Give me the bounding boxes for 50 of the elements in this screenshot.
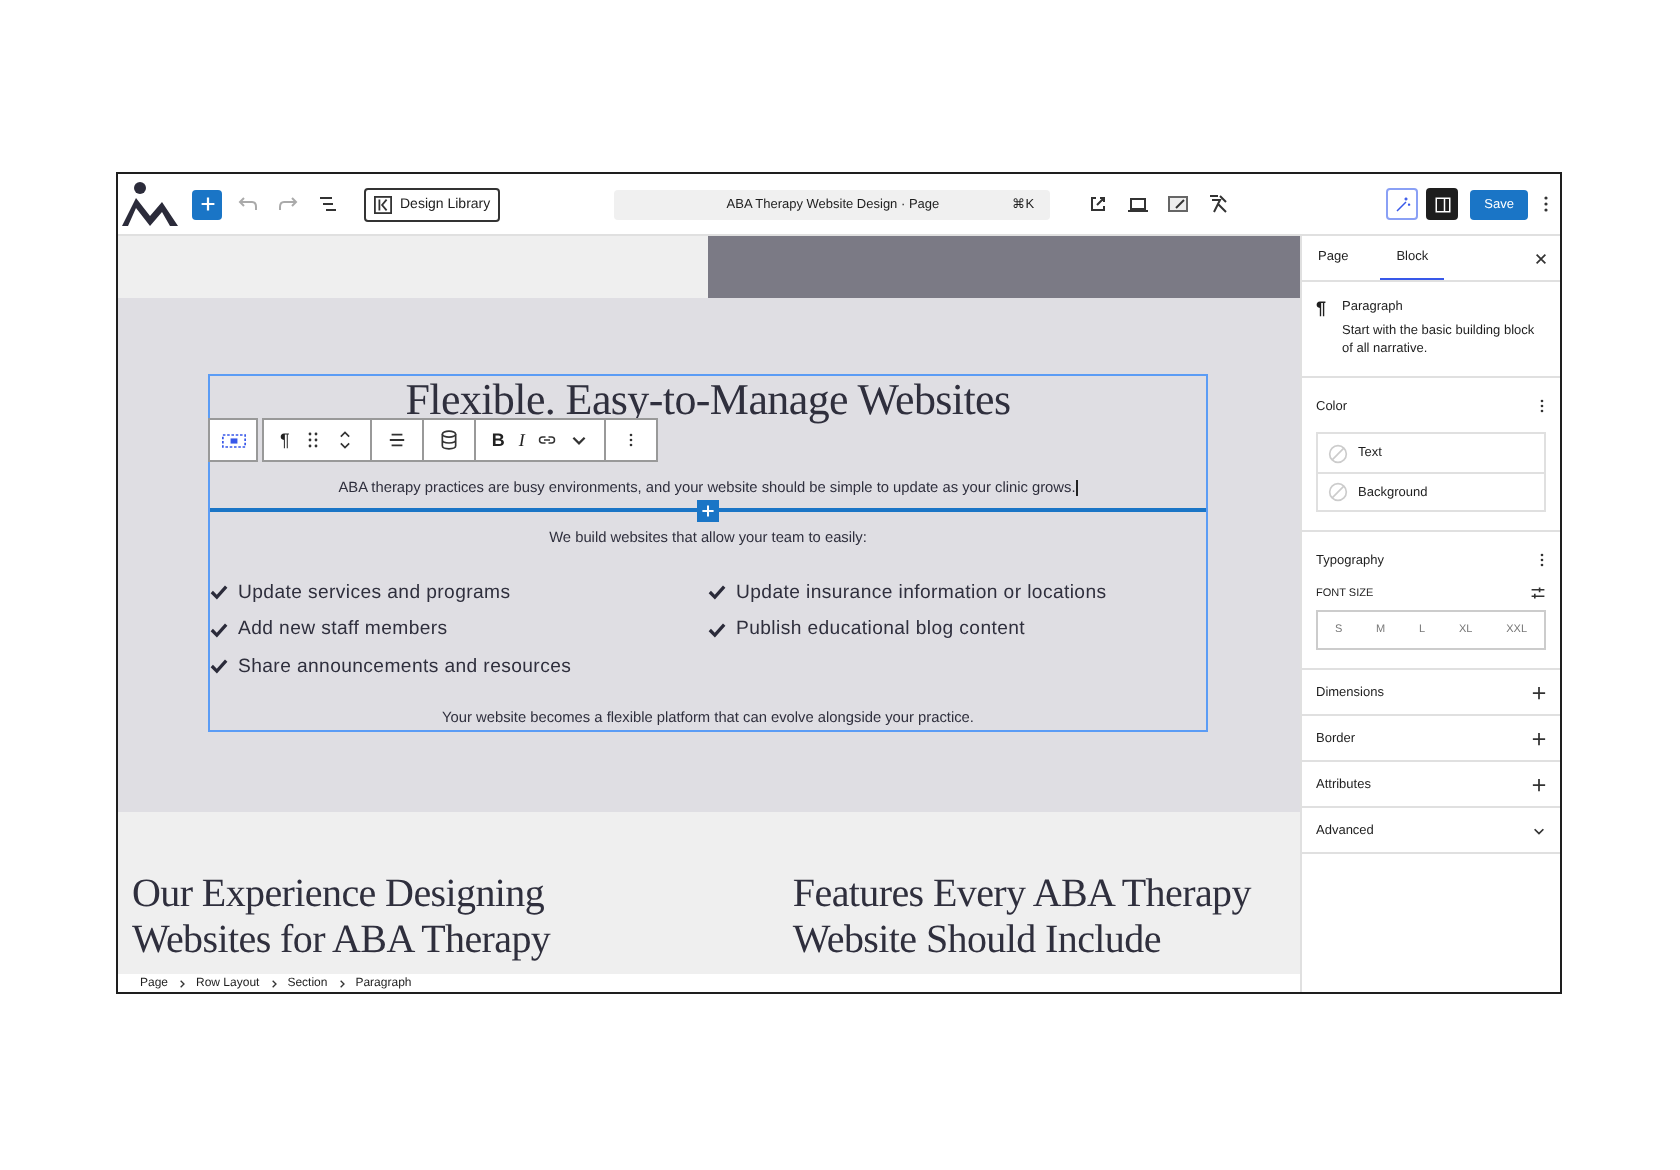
feature-item: Publish educational blog content (736, 618, 1026, 641)
paragraph-icon[interactable]: ¶ (280, 430, 290, 450)
close-icon[interactable] (1534, 251, 1548, 265)
checkmark-icon (210, 658, 228, 675)
settings-button[interactable] (1426, 188, 1459, 220)
section-heading: Features Every ABA Therapy Website Should Include (792, 872, 1254, 966)
checkmark-icon (210, 621, 228, 638)
insert-block-button[interactable] (697, 500, 719, 523)
add-block-button[interactable] (192, 189, 222, 219)
section-heading: Our Experience Designing Websites for ABA Therapy (132, 872, 553, 966)
group-icon (221, 433, 245, 447)
database-icon[interactable] (439, 430, 458, 450)
feature-item: Share announcements and resources (238, 655, 572, 678)
no-color-icon (1328, 482, 1348, 502)
no-color-icon (1328, 443, 1348, 463)
chevron-down-icon[interactable] (1532, 823, 1546, 837)
drag-handle-icon[interactable] (303, 430, 322, 450)
align-icon[interactable] (387, 430, 406, 450)
tools-icon[interactable] (1206, 192, 1231, 216)
checkmark-icon (708, 621, 726, 638)
plus-icon[interactable] (1532, 731, 1546, 745)
paragraph-icon: ¶ (1316, 300, 1327, 358)
sliders-icon[interactable] (1530, 586, 1546, 600)
group-select-button[interactable] (208, 418, 258, 462)
chevron-right-icon (337, 977, 346, 989)
checkmark-icon (708, 584, 726, 601)
bold-button[interactable]: B (491, 430, 505, 450)
plus-icon[interactable] (1532, 777, 1546, 791)
more-options-icon[interactable] (1542, 192, 1550, 216)
magic-pen-icon (1393, 195, 1412, 213)
plus-icon (199, 196, 215, 212)
plus-icon[interactable] (1532, 685, 1546, 699)
sidebar-icon (1433, 195, 1452, 213)
plus-icon (701, 504, 715, 519)
feature-item: Update insurance information or locations (736, 581, 1107, 604)
mountain-logo[interactable] (120, 178, 180, 230)
section-heading: Flexible. Easy-to-Manage Websites (403, 376, 1013, 424)
chevron-right-icon (269, 977, 278, 989)
checkmark-icon (210, 584, 228, 601)
desktop-preview-icon[interactable] (1126, 192, 1151, 216)
link-icon[interactable] (538, 430, 557, 450)
library-icon (374, 195, 392, 213)
move-up-down-icon[interactable] (335, 430, 354, 450)
feature-item: Add new staff members (238, 618, 448, 641)
italic-button[interactable]: I (518, 430, 525, 450)
external-link-icon[interactable] (1086, 192, 1111, 216)
chevron-right-icon (178, 977, 187, 989)
list-view-icon[interactable] (316, 192, 340, 216)
edit-icon[interactable] (1166, 192, 1191, 216)
feature-item: Update services and programs (238, 581, 511, 604)
